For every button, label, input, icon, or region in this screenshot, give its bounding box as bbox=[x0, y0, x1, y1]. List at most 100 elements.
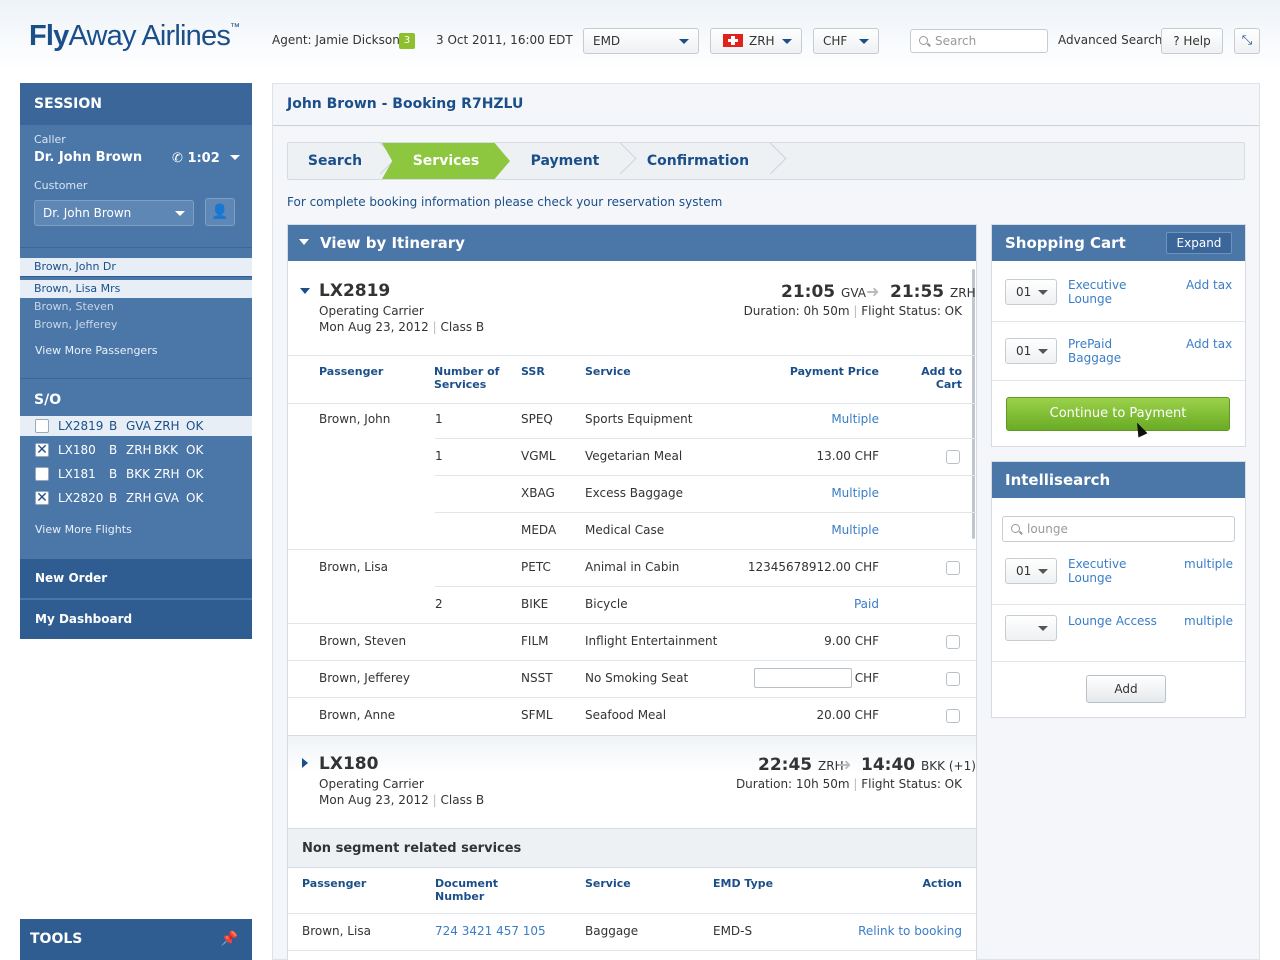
divider bbox=[435, 475, 976, 476]
divider bbox=[435, 512, 976, 513]
flight-status: OK bbox=[186, 491, 204, 505]
pin-icon[interactable]: 📌 bbox=[221, 919, 238, 959]
flight-item[interactable]: ✕ LX180 B ZRH BKK OK bbox=[20, 440, 252, 460]
checkbox-checked-icon[interactable]: ✕ bbox=[35, 443, 49, 457]
service-name: Sports Equipment bbox=[585, 412, 693, 426]
station-value: ZRH bbox=[749, 34, 775, 48]
collapse-flight-icon[interactable] bbox=[300, 288, 310, 294]
collapse-icon[interactable]: ⤡ bbox=[1234, 28, 1260, 54]
service-name: Inflight Entertainment bbox=[585, 634, 718, 648]
add-tax-link[interactable]: Add tax bbox=[1186, 337, 1232, 351]
search-result-link[interactable]: Executive Lounge bbox=[1068, 557, 1126, 585]
cart-item-name: Lounge bbox=[1068, 292, 1113, 306]
cart-item-link[interactable]: Executive Lounge bbox=[1068, 278, 1126, 306]
add-to-cart-checkbox[interactable] bbox=[946, 709, 960, 723]
price-link[interactable]: Multiple bbox=[708, 523, 879, 537]
add-to-cart-checkbox[interactable] bbox=[946, 450, 960, 464]
step-confirmation[interactable]: Confirmation bbox=[622, 143, 774, 179]
customer-select[interactable]: Dr. John Brown bbox=[34, 200, 194, 226]
cart-header: Shopping Cart Expand bbox=[992, 225, 1245, 261]
passenger-item[interactable]: Brown, Steven bbox=[20, 298, 252, 316]
flight-destination: BKK bbox=[154, 443, 178, 457]
step-services[interactable]: Services bbox=[382, 143, 510, 179]
ssr-code: BIKE bbox=[521, 597, 549, 611]
relink-booking-link[interactable]: Relink to booking bbox=[808, 924, 962, 938]
price-link[interactable]: Multiple bbox=[708, 486, 879, 500]
service-count: 2 bbox=[435, 597, 443, 611]
flight-code: LX2820 bbox=[58, 491, 104, 505]
divider bbox=[20, 276, 252, 277]
my-dashboard-link[interactable]: My Dashboard bbox=[20, 600, 252, 639]
checkbox-checked-icon[interactable]: ✕ bbox=[35, 491, 49, 505]
itinerary-header[interactable]: View by Itinerary bbox=[288, 225, 976, 261]
intellisearch-panel: Intellisearch lounge 01 Executive Lounge mu… bbox=[991, 461, 1246, 718]
add-to-cart-checkbox[interactable] bbox=[946, 561, 960, 575]
flight-code: LX181 bbox=[58, 467, 96, 481]
station-select[interactable]: ZRH bbox=[710, 28, 802, 54]
column-header: Action bbox=[922, 877, 962, 890]
advanced-search-link[interactable]: Advanced Search bbox=[1058, 33, 1162, 47]
add-user-button[interactable]: 👤 bbox=[205, 198, 235, 226]
quantity-select[interactable]: 01 bbox=[1005, 558, 1057, 584]
flight-item[interactable]: LX181 B BKK ZRH OK bbox=[20, 464, 252, 484]
flight-class: Class B bbox=[440, 793, 485, 807]
quantity-select[interactable]: 01 bbox=[1005, 338, 1057, 364]
flight-item[interactable]: LX2819 B GVA ZRH OK bbox=[20, 416, 252, 436]
expand-button[interactable]: Expand bbox=[1166, 232, 1232, 254]
flight-date-value: Mon Aug 23, 2012 bbox=[319, 320, 429, 334]
new-order-link[interactable]: New Order bbox=[20, 559, 252, 598]
call-time: 1:02 bbox=[187, 151, 220, 166]
doc-type-select[interactable]: EMD bbox=[583, 28, 699, 54]
add-to-cart-checkbox[interactable] bbox=[946, 635, 960, 649]
checkbox[interactable] bbox=[35, 419, 49, 433]
add-tax-link[interactable]: Add tax bbox=[1186, 278, 1232, 292]
arrival-airport: BKK (+1) bbox=[921, 759, 976, 773]
flyaway-logo[interactable]: FlyAway Airlines™ bbox=[29, 20, 240, 53]
chevron-down-icon bbox=[299, 239, 309, 245]
continue-to-payment-button[interactable]: Continue to Payment bbox=[1006, 397, 1230, 431]
step-payment[interactable]: Payment bbox=[510, 143, 620, 179]
departure-airport: GVA bbox=[841, 286, 866, 300]
passenger-item[interactable]: Brown, John Dr bbox=[20, 258, 252, 276]
passenger-item[interactable]: Brown, Jefferey bbox=[20, 316, 252, 334]
intellisearch-input[interactable]: lounge bbox=[1002, 516, 1235, 542]
service-name: Seafood Meal bbox=[585, 708, 667, 722]
add-user-icon: 👤 bbox=[211, 204, 229, 220]
price-input[interactable] bbox=[754, 668, 852, 688]
view-more-passengers-link[interactable]: View More Passengers bbox=[35, 344, 157, 357]
add-to-cart-checkbox[interactable] bbox=[946, 672, 960, 686]
price-link[interactable]: Multiple bbox=[708, 412, 879, 426]
divider bbox=[992, 321, 1245, 322]
quantity-select[interactable] bbox=[1005, 615, 1057, 641]
price-link[interactable]: Paid bbox=[708, 597, 879, 611]
divider bbox=[288, 950, 976, 951]
checkbox[interactable] bbox=[35, 467, 49, 481]
quantity-value: 01 bbox=[1016, 564, 1032, 578]
expand-flight-icon[interactable] bbox=[302, 758, 308, 768]
itinerary-title: View by Itinerary bbox=[320, 234, 465, 252]
view-more-flights-link[interactable]: View More Flights bbox=[35, 523, 132, 536]
cart-item-link[interactable]: PrePaid Baggage bbox=[1068, 337, 1121, 365]
search-result-link[interactable]: Lounge Access bbox=[1068, 614, 1157, 628]
flight-item[interactable]: ✕ LX2820 B ZRH GVA OK bbox=[20, 488, 252, 508]
price-multiple-link[interactable]: multiple bbox=[1184, 557, 1233, 571]
quantity-value: 01 bbox=[1016, 344, 1032, 358]
help-button[interactable]: ? Help bbox=[1161, 28, 1223, 54]
scrollbar[interactable] bbox=[972, 269, 975, 539]
currency-select[interactable]: CHF bbox=[813, 28, 879, 54]
tools-panel[interactable]: TOOLS 📌 bbox=[20, 919, 252, 960]
column-header: Passenger bbox=[319, 365, 384, 378]
agent-badge[interactable]: 3 bbox=[399, 33, 415, 49]
add-button[interactable]: Add bbox=[1086, 675, 1166, 703]
global-search-input[interactable]: Search bbox=[910, 29, 1048, 53]
document-number-link[interactable]: 724 3421 457 105 bbox=[435, 924, 546, 938]
passenger-item[interactable]: Brown, Lisa Mrs bbox=[20, 280, 252, 298]
call-timer[interactable]: ✆ 1:02 bbox=[172, 151, 241, 166]
payment-price: 13.00 CHF bbox=[816, 449, 879, 463]
ssr-code: SFML bbox=[521, 708, 553, 722]
price-multiple-link[interactable]: multiple bbox=[1184, 614, 1233, 628]
quantity-select[interactable]: 01 bbox=[1005, 279, 1057, 305]
flight-status: Flight Status: OK bbox=[861, 304, 962, 318]
divider bbox=[435, 438, 976, 439]
column-header-line: Cart bbox=[935, 378, 962, 391]
